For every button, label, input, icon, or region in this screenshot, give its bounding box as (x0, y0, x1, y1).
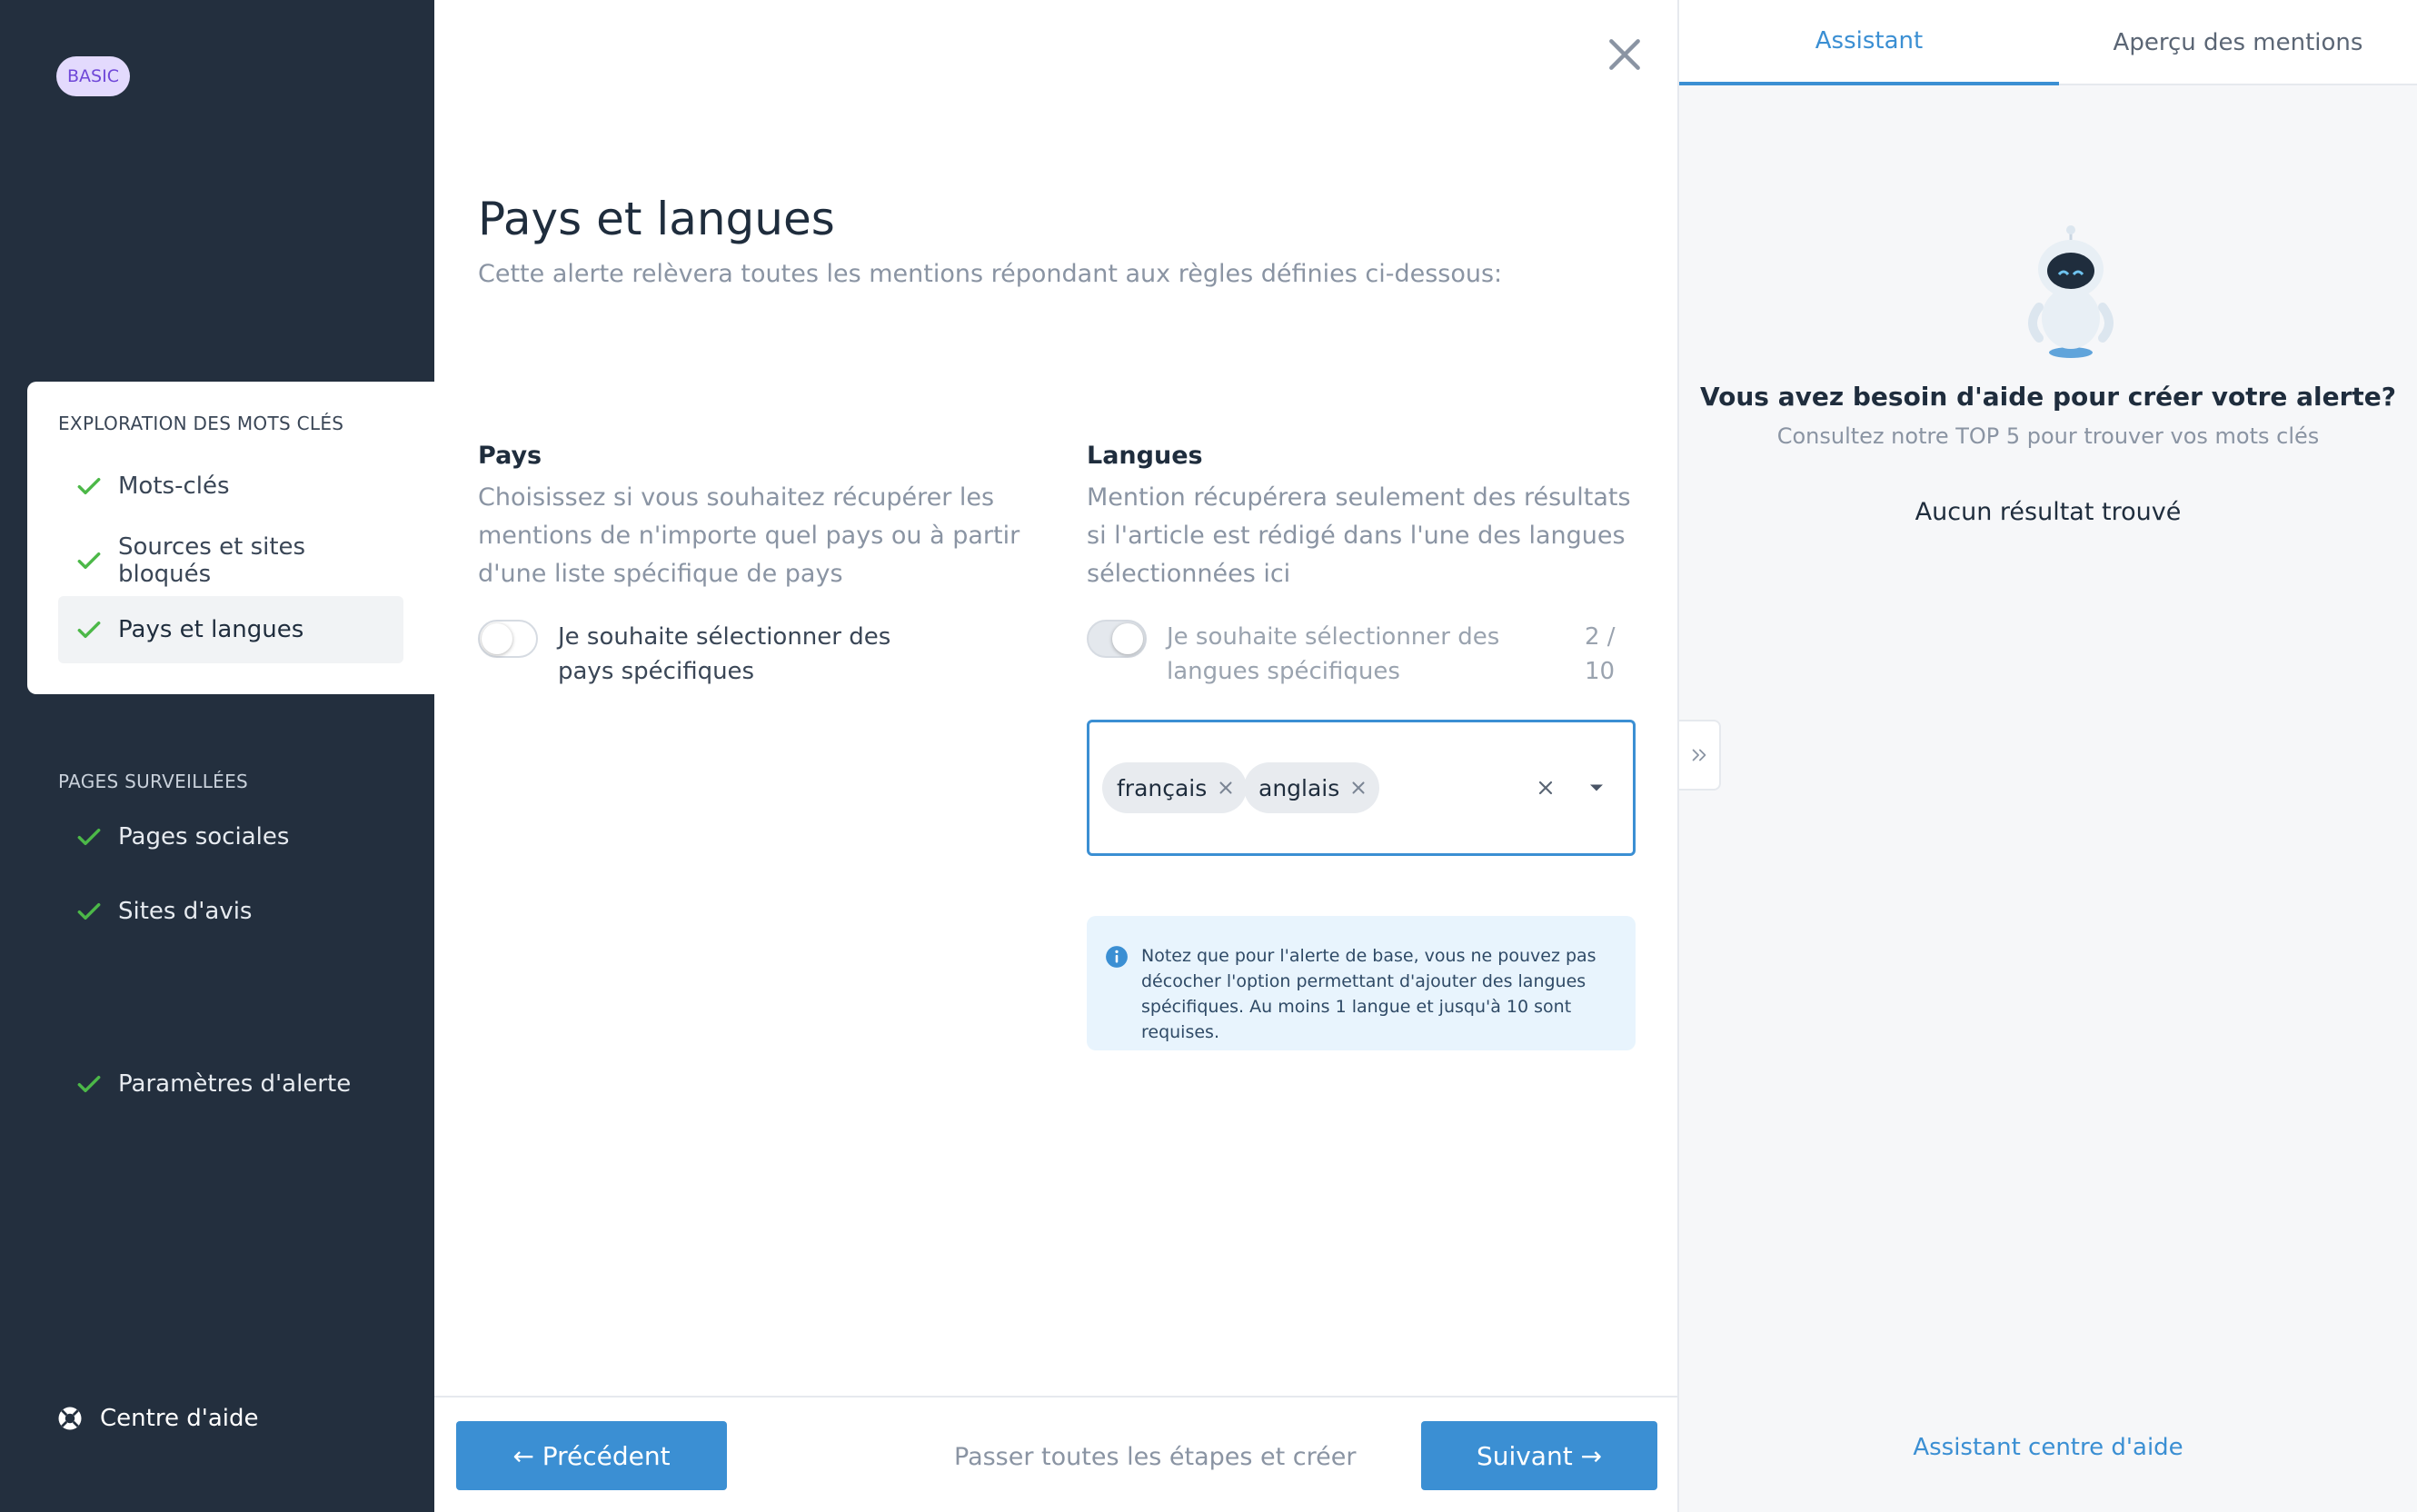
check-icon (77, 552, 101, 570)
sidebar: BASIC EXPLORATION DES MOTS CLÉS Mots-clé… (0, 0, 434, 1512)
check-icon (77, 621, 101, 639)
info-icon (1106, 946, 1128, 968)
langues-section: Langues Mention récupérera seulement des… (1087, 442, 1632, 685)
skip-all-link[interactable]: Passer toutes les étapes et créer (954, 1443, 1356, 1471)
check-icon (77, 477, 101, 495)
assistant-panel: Assistant Aperçu des mentions Vous avez … (1679, 0, 2417, 1512)
langues-counter: 2 / 10 (1585, 623, 1616, 685)
assistant-help-subtitle: Consultez notre TOP 5 pour trouver vos m… (1776, 423, 2320, 449)
assistant-help-title: Vous avez besoin d'aide pour créer votre… (1699, 382, 2397, 412)
robot-icon (2028, 225, 2114, 358)
pays-toggle-label: Je souhaite sélectionner des pays spécif… (558, 623, 891, 685)
clear-all-icon[interactable] (1535, 777, 1557, 799)
sidebar-item-label: Mots-clés (118, 472, 230, 500)
main-panel: Pays et langues Cette alerte relèvera to… (434, 0, 1679, 1512)
remove-chip-icon[interactable] (1348, 778, 1368, 798)
exploration-section: EXPLORATION DES MOTS CLÉS Mots-clés Sour… (27, 382, 434, 694)
sidebar-item-pays-langues[interactable]: Pays et langues (58, 596, 403, 663)
wizard-footer: ← Précédent Passer toutes les étapes et … (434, 1396, 1679, 1512)
help-center-link[interactable]: Centre d'aide (56, 1405, 259, 1432)
sidebar-item-pages-sociales[interactable]: Pages sociales (58, 803, 289, 870)
langues-toggle-label: Je souhaite sélectionner des langues spé… (1167, 623, 1500, 685)
plan-badge: BASIC (56, 56, 130, 96)
check-icon (77, 1075, 101, 1093)
page-title: Pays et langues (478, 193, 835, 245)
info-note: Notez que pour l'alerte de base, vous ne… (1087, 916, 1636, 1050)
previous-button[interactable]: ← Précédent (456, 1421, 727, 1490)
sidebar-item-label: Pays et langues (118, 616, 304, 643)
sidebar-item-label: Sites d'avis (118, 898, 253, 925)
pays-description: Choisissez si vous souhaitez récupérer l… (478, 483, 1020, 588)
page-subtitle: Cette alerte relèvera toutes les mention… (478, 260, 1503, 288)
language-chip-label: français (1117, 774, 1208, 801)
langues-toggle (1087, 620, 1147, 658)
exploration-section-title: EXPLORATION DES MOTS CLÉS (58, 413, 344, 434)
pays-section: Pays Choisissez si vous souhaitez récupé… (478, 442, 1023, 685)
sidebar-item-sources[interactable]: Sources et sites bloqués (58, 527, 403, 594)
langues-description: Mention récupérera seulement des résulta… (1087, 483, 1631, 588)
sidebar-item-label: Pages sociales (118, 823, 290, 850)
assistant-help-center-link[interactable]: Assistant centre d'aide (1679, 1434, 2417, 1461)
sidebar-item-mots-cles[interactable]: Mots-clés (58, 453, 403, 520)
pays-heading: Pays (478, 442, 542, 470)
toggle-knob (482, 623, 512, 654)
help-center-label: Centre d'aide (100, 1405, 259, 1432)
close-icon[interactable] (1605, 35, 1645, 75)
pays-toggle[interactable] (478, 620, 538, 658)
collapse-panel-button[interactable] (1679, 720, 1721, 791)
info-note-text: Notez que pour l'alerte de base, vous ne… (1141, 946, 1596, 1042)
check-icon (77, 828, 101, 846)
chevron-down-icon[interactable] (1584, 775, 1609, 801)
langues-heading: Langues (1087, 442, 1203, 470)
sidebar-item-parametres[interactable]: Paramètres d'alerte (58, 1050, 351, 1118)
pays-toggle-row: Je souhaite sélectionner des pays spécif… (478, 620, 1023, 689)
remove-chip-icon[interactable] (1216, 778, 1236, 798)
check-icon (77, 902, 101, 920)
language-chip-label: anglais (1258, 774, 1340, 801)
sidebar-item-sites-avis[interactable]: Sites d'avis (58, 878, 252, 945)
tab-apercu-mentions[interactable]: Aperçu des mentions (2059, 0, 2417, 85)
monitored-pages-title: PAGES SURVEILLÉES (58, 771, 249, 792)
toggle-knob (1112, 623, 1143, 654)
language-chip: anglais (1244, 762, 1380, 813)
next-button[interactable]: Suivant → (1421, 1421, 1657, 1490)
sidebar-item-label: Paramètres d'alerte (118, 1070, 352, 1098)
langues-toggle-row: Je souhaite sélectionner des langues spé… (1087, 620, 1632, 689)
language-chip: français (1102, 762, 1248, 813)
no-result-text: Aucun résultat trouvé (1915, 498, 2182, 526)
lifebuoy-icon (58, 1407, 82, 1430)
sidebar-item-label: Sources et sites bloqués (118, 533, 306, 588)
right-panel-tabs: Assistant Aperçu des mentions (1679, 0, 2417, 85)
double-chevron-right-icon (1692, 749, 1706, 761)
langues-multiselect[interactable]: français anglais (1087, 720, 1636, 856)
tab-assistant[interactable]: Assistant (1679, 0, 2059, 85)
